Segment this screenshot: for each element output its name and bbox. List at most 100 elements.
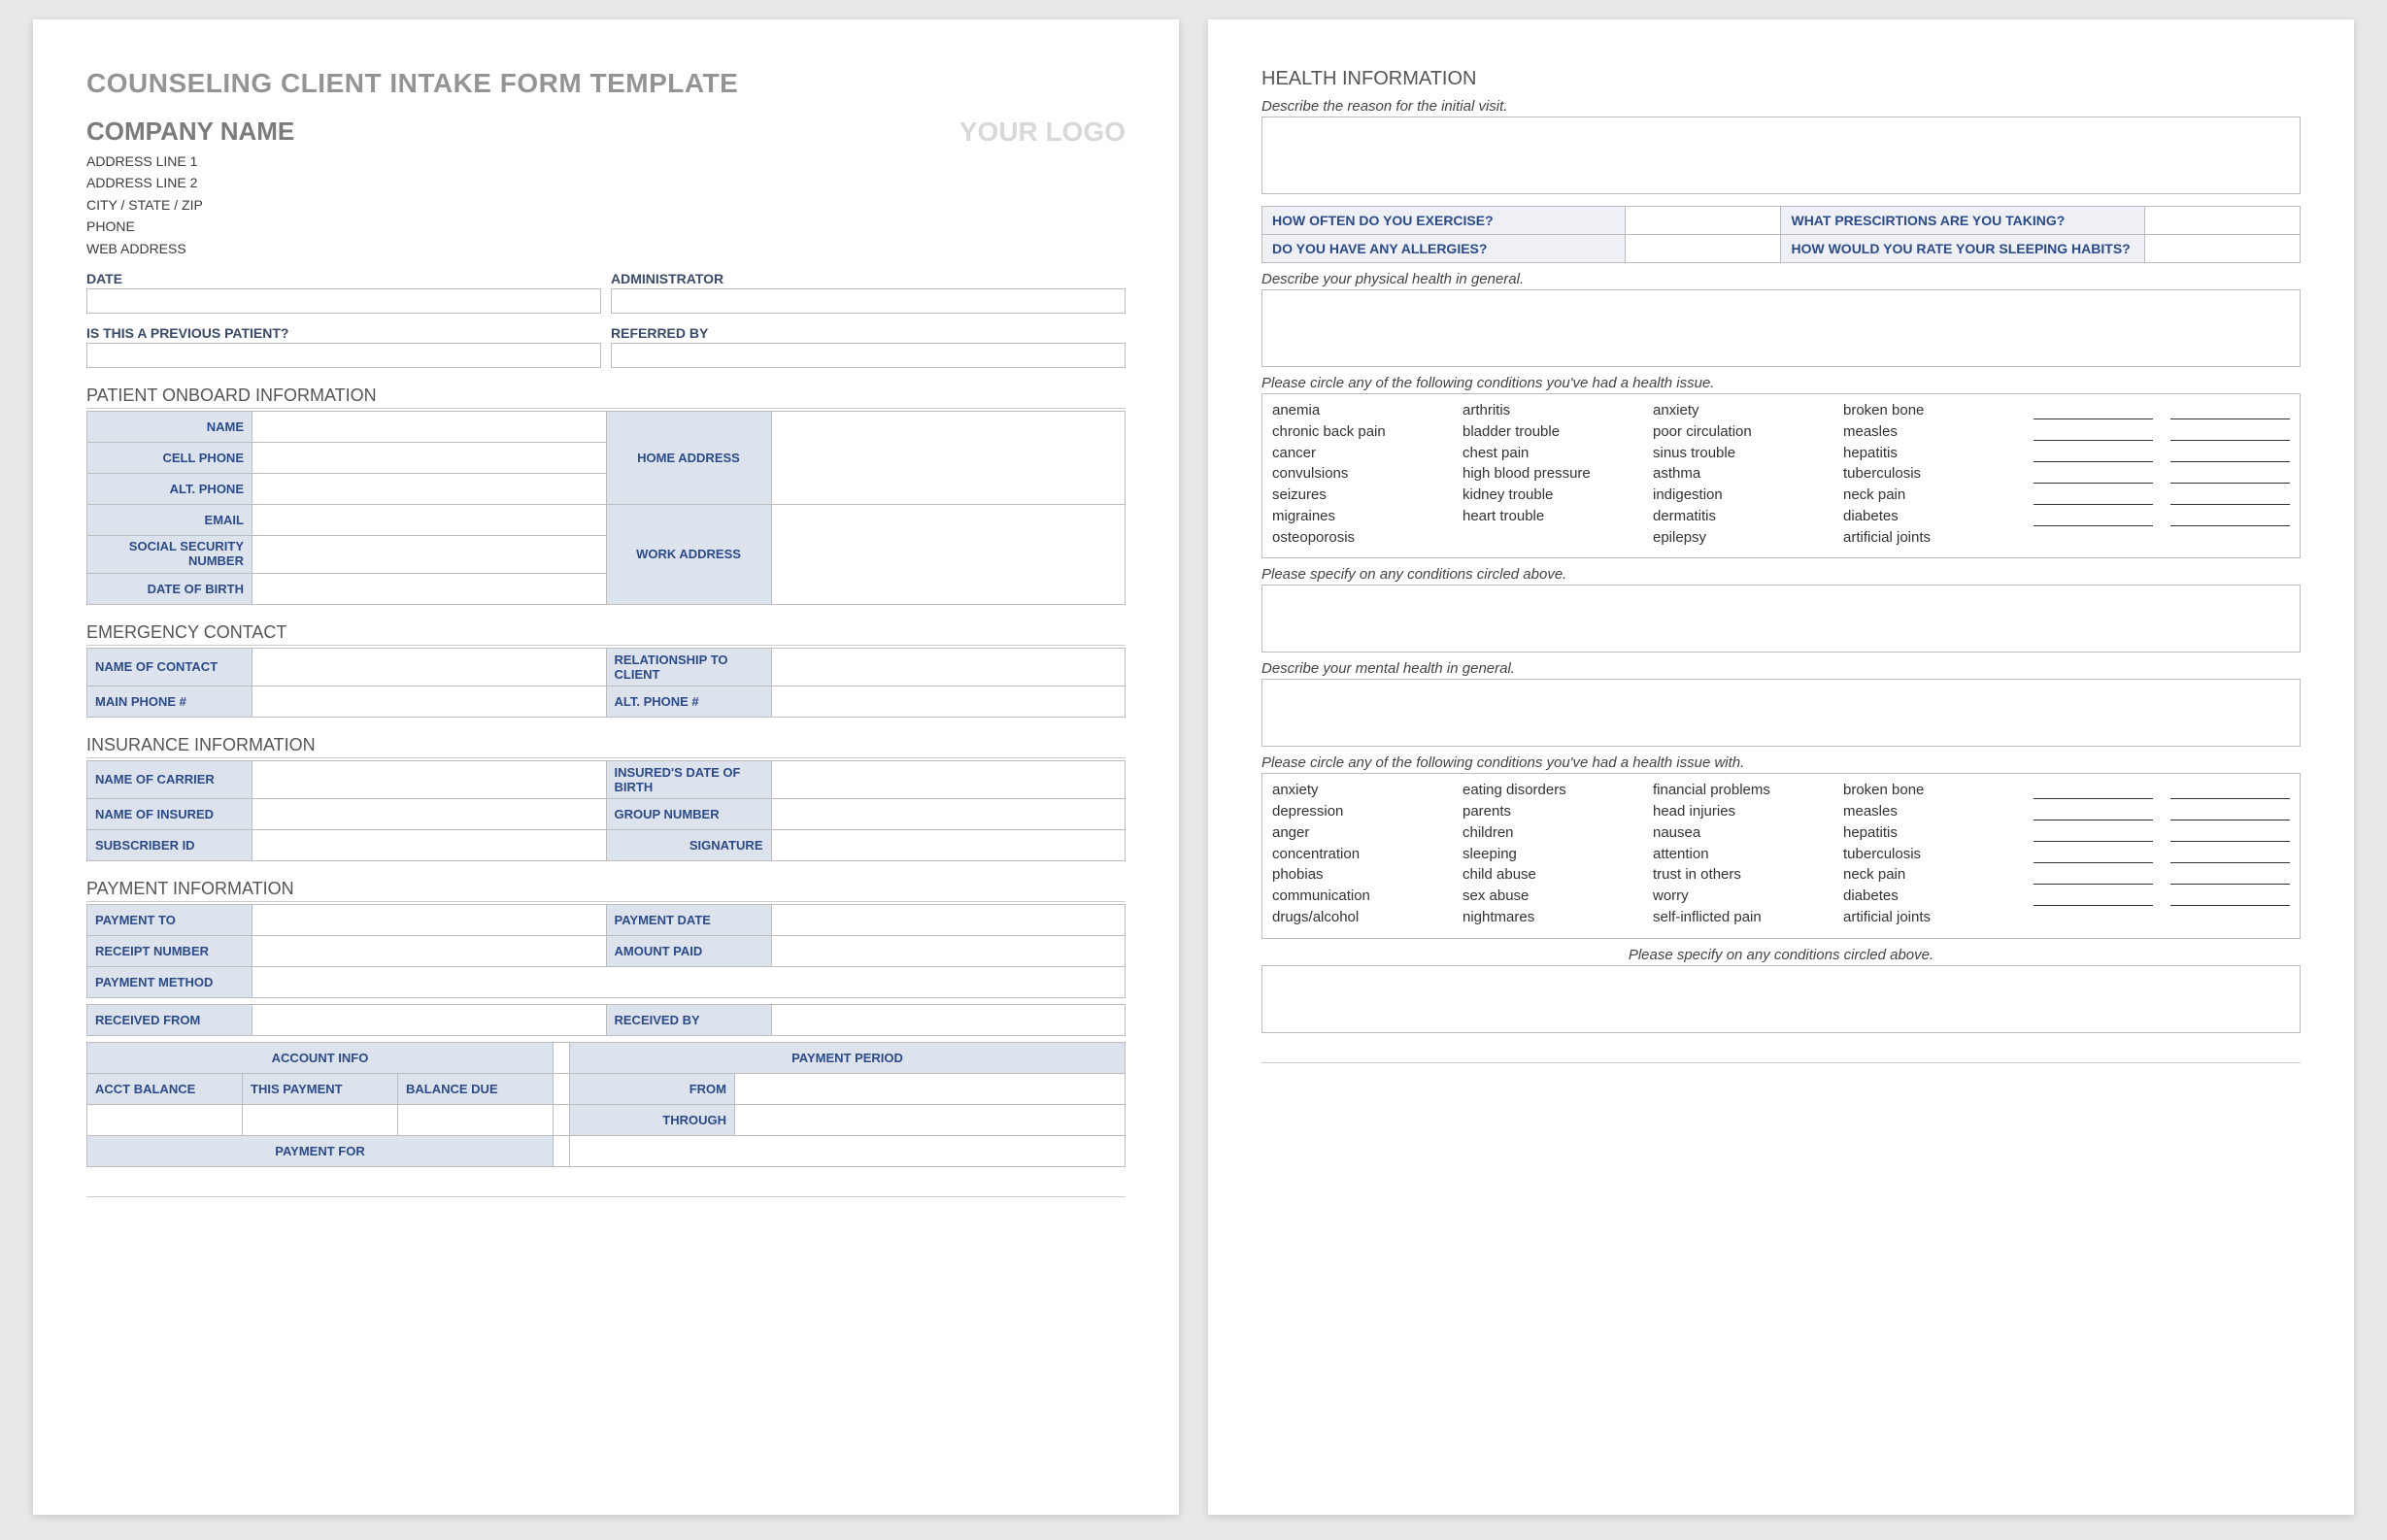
insured-name-input[interactable] bbox=[252, 798, 607, 829]
this-payment-input[interactable] bbox=[243, 1104, 398, 1135]
physical-specify-prompt: Please specify on any conditions circled… bbox=[1261, 566, 2301, 583]
carrier-input[interactable] bbox=[252, 760, 607, 798]
contact-name-label: NAME OF CONTACT bbox=[87, 648, 252, 686]
logo-placeholder: YOUR LOGO bbox=[959, 117, 1126, 148]
city-state-zip: CITY / STATE / ZIP bbox=[86, 194, 294, 216]
ssn-label: SOCIAL SECURITY NUMBER bbox=[87, 535, 252, 573]
company-name: COMPANY NAME bbox=[86, 117, 294, 147]
contact-name-input[interactable] bbox=[252, 648, 607, 686]
subscriber-id-label: SUBSCRIBER ID bbox=[87, 829, 252, 860]
relationship-input[interactable] bbox=[771, 648, 1126, 686]
from-label: FROM bbox=[570, 1073, 735, 1104]
cell-phone-input[interactable] bbox=[252, 442, 607, 473]
mental-conditions-box: anxietydepressionangerconcentrationphobi… bbox=[1261, 773, 2301, 938]
home-address-label: HOME ADDRESS bbox=[606, 411, 771, 504]
previous-patient-input[interactable] bbox=[86, 343, 601, 368]
onboard-table: NAME HOME ADDRESS CELL PHONE ALT. PHONE … bbox=[86, 411, 1126, 605]
prescriptions-input[interactable] bbox=[2144, 207, 2300, 235]
insured-dob-input[interactable] bbox=[771, 760, 1126, 798]
acct-balance-input[interactable] bbox=[87, 1104, 243, 1135]
footer-divider bbox=[86, 1196, 1126, 1197]
exercise-input[interactable] bbox=[1626, 207, 1781, 235]
dob-label: DATE OF BIRTH bbox=[87, 573, 252, 604]
date-admin-row: DATE ADMINISTRATOR bbox=[86, 271, 1126, 314]
name-input[interactable] bbox=[252, 411, 607, 442]
alt-phone-input-2[interactable] bbox=[771, 686, 1126, 717]
payment-for-input[interactable] bbox=[570, 1135, 1126, 1166]
received-from-input[interactable] bbox=[252, 1004, 607, 1035]
email-label: EMAIL bbox=[87, 504, 252, 535]
payment-to-input[interactable] bbox=[252, 904, 607, 935]
previous-patient-label: IS THIS A PREVIOUS PATIENT? bbox=[86, 325, 601, 341]
receipt-number-input[interactable] bbox=[252, 935, 607, 966]
sleep-input[interactable] bbox=[2144, 235, 2300, 263]
mental-specify-prompt: Please specify on any conditions circled… bbox=[1261, 947, 2301, 963]
balance-due-input[interactable] bbox=[398, 1104, 554, 1135]
header-row: COMPANY NAME ADDRESS LINE 1 ADDRESS LINE… bbox=[86, 117, 1126, 259]
signature-input[interactable] bbox=[771, 829, 1126, 860]
ment-blank-lines[interactable] bbox=[2034, 780, 2290, 927]
ment-col-2: eating disordersparentschildrensleepingc… bbox=[1462, 780, 1633, 927]
page-1: COUNSELING CLIENT INTAKE FORM TEMPLATE C… bbox=[33, 19, 1179, 1515]
reason-input[interactable] bbox=[1261, 117, 2301, 194]
carrier-label: NAME OF CARRIER bbox=[87, 760, 252, 798]
physical-conditions-box: anemiachronic back paincancerconvulsions… bbox=[1261, 393, 2301, 558]
administrator-input[interactable] bbox=[611, 288, 1126, 314]
insured-name-label: NAME OF INSURED bbox=[87, 798, 252, 829]
dob-input[interactable] bbox=[252, 573, 607, 604]
from-input[interactable] bbox=[735, 1073, 1126, 1104]
balance-due-label: BALANCE DUE bbox=[398, 1073, 554, 1104]
physical-health-input[interactable] bbox=[1261, 289, 2301, 367]
home-address-input[interactable] bbox=[771, 411, 1126, 504]
main-phone-label: MAIN PHONE # bbox=[87, 686, 252, 717]
received-by-input[interactable] bbox=[771, 1004, 1126, 1035]
phys-col-4: broken bonemeasleshepatitistuberculosisn… bbox=[1843, 400, 2014, 548]
payment-table: PAYMENT TO PAYMENT DATE RECEIPT NUMBER A… bbox=[86, 904, 1126, 998]
work-address-input[interactable] bbox=[771, 504, 1126, 604]
page-2: HEALTH INFORMATION Describe the reason f… bbox=[1208, 19, 2354, 1515]
allergies-label: DO YOU HAVE ANY ALLERGIES? bbox=[1262, 235, 1626, 263]
onboard-heading: PATIENT ONBOARD INFORMATION bbox=[86, 385, 1126, 409]
account-period-table: ACCOUNT INFO PAYMENT PERIOD ACCT BALANCE… bbox=[86, 1042, 1126, 1167]
payment-date-input[interactable] bbox=[771, 904, 1126, 935]
group-number-input[interactable] bbox=[771, 798, 1126, 829]
this-payment-label: THIS PAYMENT bbox=[243, 1073, 398, 1104]
date-input[interactable] bbox=[86, 288, 601, 314]
receipt-number-label: RECEIPT NUMBER bbox=[87, 935, 252, 966]
payment-period-header: PAYMENT PERIOD bbox=[570, 1042, 1126, 1073]
subscriber-id-input[interactable] bbox=[252, 829, 607, 860]
allergies-input[interactable] bbox=[1626, 235, 1781, 263]
referred-by-input[interactable] bbox=[611, 343, 1126, 368]
through-label: THROUGH bbox=[570, 1104, 735, 1135]
amount-paid-label: AMOUNT PAID bbox=[606, 935, 771, 966]
through-input[interactable] bbox=[735, 1104, 1126, 1135]
physical-conditions-prompt: Please circle any of the following condi… bbox=[1261, 375, 2301, 391]
signature-label: SIGNATURE bbox=[606, 829, 771, 860]
payment-method-input[interactable] bbox=[252, 966, 1126, 997]
email-input[interactable] bbox=[252, 504, 607, 535]
footer-divider-2 bbox=[1261, 1062, 2301, 1063]
received-table: RECEIVED FROM RECEIVED BY bbox=[86, 1004, 1126, 1036]
payment-for-label: PAYMENT FOR bbox=[87, 1135, 554, 1166]
acct-balance-label: ACCT BALANCE bbox=[87, 1073, 243, 1104]
address-line-2: ADDRESS LINE 2 bbox=[86, 172, 294, 193]
amount-paid-input[interactable] bbox=[771, 935, 1126, 966]
sleep-label: HOW WOULD YOU RATE YOUR SLEEPING HABITS? bbox=[1781, 235, 2144, 263]
mental-specify-input[interactable] bbox=[1261, 965, 2301, 1033]
emergency-table: NAME OF CONTACT RELATIONSHIP TO CLIENT M… bbox=[86, 648, 1126, 718]
phys-blank-lines[interactable] bbox=[2034, 400, 2290, 548]
mental-health-input[interactable] bbox=[1261, 679, 2301, 747]
alt-phone-input[interactable] bbox=[252, 473, 607, 504]
cell-phone-label: CELL PHONE bbox=[87, 442, 252, 473]
main-phone-input[interactable] bbox=[252, 686, 607, 717]
physical-specify-input[interactable] bbox=[1261, 585, 2301, 653]
alt-phone-label-2: ALT. PHONE # bbox=[606, 686, 771, 717]
health-questions-table: HOW OFTEN DO YOU EXERCISE? WHAT PRESCIRT… bbox=[1261, 206, 2301, 263]
ment-col-4: broken bonemeasleshepatitistuberculosisn… bbox=[1843, 780, 2014, 927]
received-by-label: RECEIVED BY bbox=[606, 1004, 771, 1035]
prescriptions-label: WHAT PRESCIRTIONS ARE YOU TAKING? bbox=[1781, 207, 2144, 235]
address-line-1: ADDRESS LINE 1 bbox=[86, 151, 294, 172]
emergency-heading: EMERGENCY CONTACT bbox=[86, 622, 1126, 646]
insurance-table: NAME OF CARRIER INSURED'S DATE OF BIRTH … bbox=[86, 760, 1126, 861]
ssn-input[interactable] bbox=[252, 535, 607, 573]
